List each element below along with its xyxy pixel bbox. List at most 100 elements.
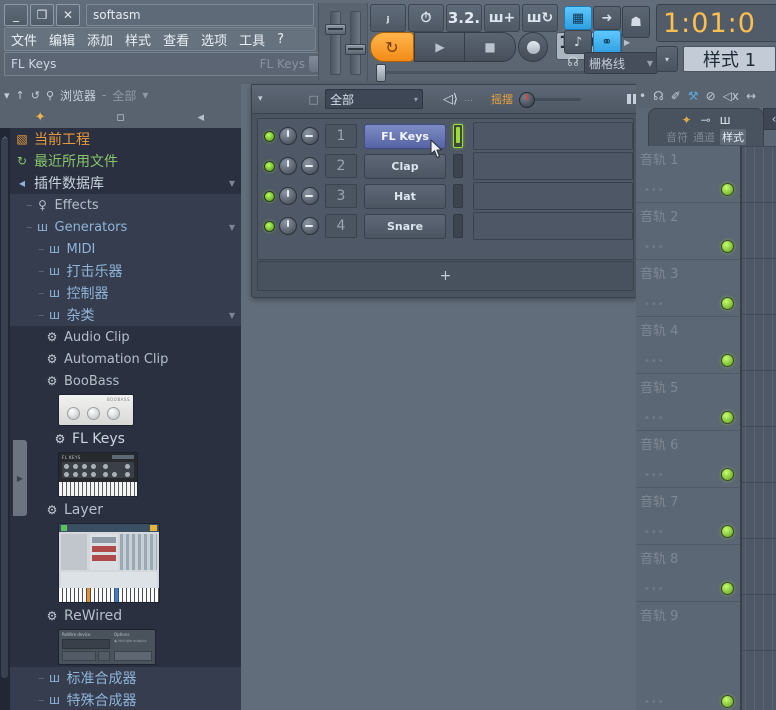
browser-undo-icon[interactable]: ↺ xyxy=(31,89,40,102)
channel-volume-knob[interactable] xyxy=(301,187,319,205)
track-enable-led[interactable] xyxy=(721,240,734,253)
menu-add[interactable]: 添加 xyxy=(81,30,119,49)
speaker-icon[interactable]: ◁⟩ xyxy=(443,92,458,107)
channel-mute-led[interactable] xyxy=(264,130,275,142)
browser-audio-clip[interactable]: ⚙ Audio Clip xyxy=(10,326,241,348)
restore-button[interactable]: ❐ xyxy=(30,4,54,26)
browser-plugin-database[interactable]: ◂ 插件数据库 ▼ xyxy=(10,172,241,194)
pattern-mode-button[interactable]: ⱼ xyxy=(370,4,406,32)
menu-help[interactable]: ? xyxy=(271,32,290,47)
channel-mute-led[interactable] xyxy=(264,190,275,202)
browser-filter-label[interactable]: 全部 xyxy=(112,87,136,104)
loop-step-button[interactable]: ш↻ xyxy=(522,4,558,32)
channel-group-selector[interactable]: 全部 ▾ xyxy=(324,89,423,109)
browser-search-icon[interactable]: ⚲ xyxy=(46,89,54,102)
browser-scrollbar-thumb[interactable] xyxy=(1,138,8,678)
play-button[interactable]: ▶ xyxy=(414,32,466,62)
channel-number[interactable]: 4 xyxy=(325,214,357,238)
browser-midi[interactable]: – ш MIDI xyxy=(10,238,241,260)
browser-recent-files[interactable]: ↻ 最近所用文件 xyxy=(10,150,241,172)
channel-pan-knob[interactable] xyxy=(279,217,297,235)
browser-resize-flap[interactable]: ▶ xyxy=(13,440,27,516)
mixer-button[interactable]: ☗ xyxy=(622,6,650,38)
browser-effects[interactable]: – ♀ Effects xyxy=(10,194,241,216)
add-step-button[interactable]: ш+ xyxy=(484,4,520,32)
song-position-handle[interactable] xyxy=(376,64,386,82)
loop-mode-button[interactable]: ↻ xyxy=(370,32,414,62)
channel-mute-led[interactable] xyxy=(264,160,275,172)
browser-layer[interactable]: ⚙ Layer xyxy=(10,499,241,521)
browser-misc[interactable]: – ш 杂类 ▼ xyxy=(10,304,241,326)
minimize-button[interactable]: _ xyxy=(4,4,28,26)
playlist-tab-icon-pattern[interactable]: ш xyxy=(720,113,731,127)
playlist-tab-pattern[interactable]: 样式 xyxy=(720,129,746,145)
channel-number[interactable]: 2 xyxy=(325,154,357,178)
browser-automation-clip[interactable]: ⚙ Automation Clip xyxy=(10,348,241,370)
browser-menu-caret-icon[interactable]: ▾ xyxy=(4,89,10,102)
cluster-expand-icon[interactable]: ▶ xyxy=(624,38,630,47)
browser-current-project[interactable]: ▧ 当前工程 xyxy=(10,128,241,150)
close-button[interactable]: ✕ xyxy=(56,4,80,26)
playlist-track-6[interactable]: 音轨 6 ••• xyxy=(636,431,744,488)
playlist-back-button[interactable]: ‹ xyxy=(763,108,776,130)
playlist-tab-notes[interactable]: 音符 xyxy=(666,129,688,145)
track-dots[interactable]: ••• xyxy=(644,299,665,310)
swing-knob[interactable] xyxy=(519,92,536,108)
channel-volume-knob[interactable] xyxy=(301,127,319,145)
playlist-track-9[interactable]: 音轨 9 ••• xyxy=(636,602,744,710)
browser-scrollbar[interactable] xyxy=(0,128,10,710)
piano-roll-button[interactable]: ♪ xyxy=(564,30,592,54)
track-enable-led[interactable] xyxy=(721,297,734,310)
playlist-track-1[interactable]: 音轨 1 ••• xyxy=(636,146,744,203)
browser-tool-file-icon[interactable]: ▫ xyxy=(80,110,160,125)
menu-options[interactable]: 选项 xyxy=(195,30,233,49)
channel-step-grid[interactable] xyxy=(473,212,633,240)
channel-mute-led[interactable] xyxy=(264,220,275,232)
master-volume-handle[interactable] xyxy=(325,24,346,35)
browser-special-synth[interactable]: – ш 特殊合成器 xyxy=(10,689,241,710)
playlist-grid[interactable] xyxy=(740,146,776,710)
playlist-track-5[interactable]: 音轨 5 ••• xyxy=(636,374,744,431)
playlist-tool-magnet-icon[interactable]: ☊ xyxy=(653,89,664,103)
playlist-tab-icon-automation[interactable]: ⊸ xyxy=(701,113,711,127)
menu-file[interactable]: 文件 xyxy=(5,30,43,49)
time-display[interactable]: 1:01:0 xyxy=(656,4,776,42)
headphone-icon[interactable]: ☊ xyxy=(564,54,582,70)
track-enable-led[interactable] xyxy=(721,582,734,595)
playlist-tool-slip-icon[interactable]: ◁x xyxy=(723,89,739,103)
link-button[interactable]: ⚭ xyxy=(593,30,621,54)
master-volume-slider[interactable] xyxy=(325,11,346,75)
browser-filter-caret-icon[interactable]: ▾ xyxy=(142,88,148,102)
playlist-tab-icon-audio[interactable]: ✦ xyxy=(681,113,691,127)
menu-edit[interactable]: 编辑 xyxy=(43,30,81,49)
channel-step-grid[interactable] xyxy=(473,152,633,180)
browser-rewired[interactable]: ⚙ ReWired xyxy=(10,605,241,627)
stop-button[interactable]: ■ xyxy=(464,32,516,62)
track-enable-led[interactable] xyxy=(721,695,734,708)
track-enable-led[interactable] xyxy=(721,411,734,424)
browser-boobass[interactable]: ⚙ BooBass xyxy=(10,370,241,392)
playlist-track-2[interactable]: 音轨 2 ••• xyxy=(636,203,744,260)
playlist-track-7[interactable]: 音轨 7 ••• xyxy=(636,488,744,545)
track-dots[interactable]: ••• xyxy=(644,413,665,424)
project-title-field[interactable]: softasm xyxy=(86,4,314,26)
snap-selector[interactable]: 栅格线 ▼ xyxy=(584,52,658,74)
playlist-tool-mute-icon[interactable]: ⊘ xyxy=(706,89,716,103)
channel-fl-keys[interactable]: FL Keys xyxy=(364,123,446,149)
track-dots[interactable]: ••• xyxy=(644,185,665,196)
chevron-down-icon[interactable]: ▼ xyxy=(229,223,235,232)
track-enable-led[interactable] xyxy=(721,525,734,538)
track-enable-led[interactable] xyxy=(721,183,734,196)
track-enable-led[interactable] xyxy=(721,354,734,367)
browser-percussion[interactable]: – ш 打击乐器 xyxy=(10,260,241,282)
track-dots[interactable]: ••• xyxy=(644,584,665,595)
playlist-track-3[interactable]: 音轨 3 ••• xyxy=(636,260,744,317)
playlist-tool-select-icon[interactable]: ↔ xyxy=(746,89,756,103)
pattern-name-field[interactable]: 样式 1 xyxy=(683,46,776,72)
playlist-tool-pencil-icon[interactable]: ✐ xyxy=(671,89,681,103)
channel-snare[interactable]: Snare xyxy=(364,213,446,239)
browser-up-icon[interactable]: ↑ xyxy=(16,89,25,102)
record-button[interactable] xyxy=(518,32,548,62)
browser-tool-waveform-icon[interactable]: ✦ xyxy=(0,110,80,125)
track-dots[interactable]: ••• xyxy=(644,697,665,708)
